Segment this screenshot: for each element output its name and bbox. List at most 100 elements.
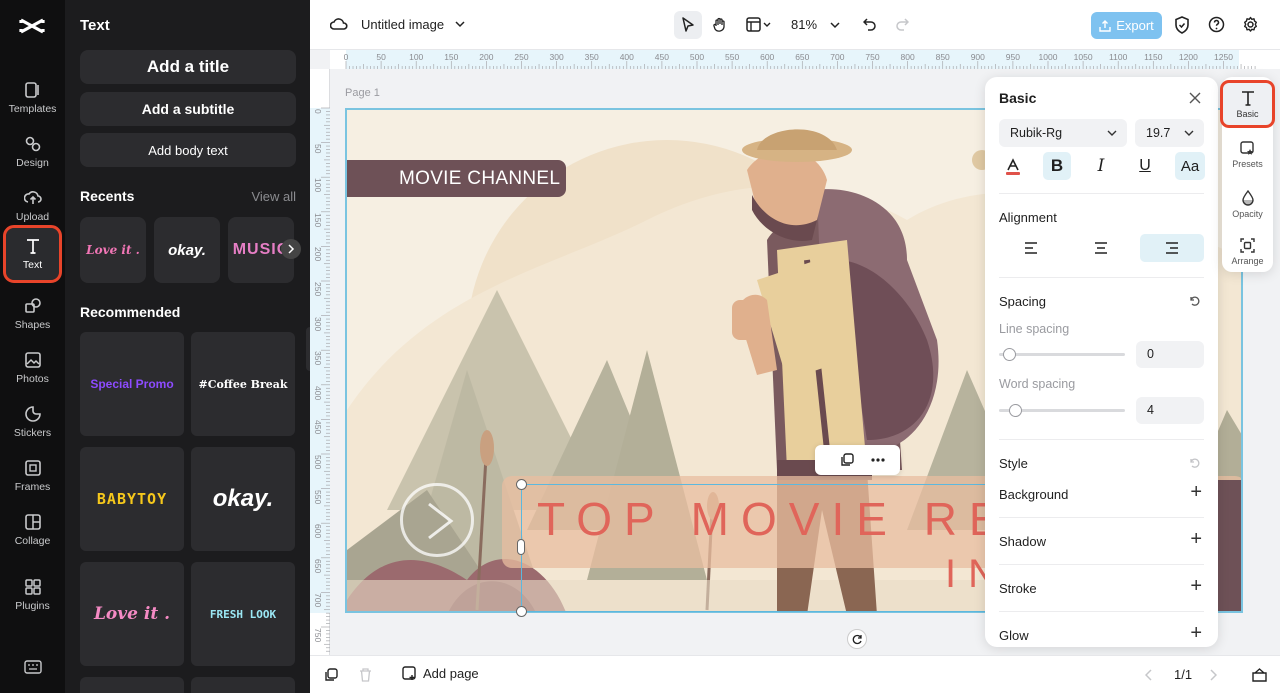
font-family-select[interactable]: Rubik-Rg bbox=[999, 119, 1127, 147]
tab-label: Presets bbox=[1232, 159, 1263, 169]
settings-icon[interactable] bbox=[1242, 16, 1259, 33]
rail-item-frames[interactable]: Frames bbox=[6, 450, 59, 502]
duplicate-icon[interactable] bbox=[840, 453, 854, 467]
hand-tool-button[interactable] bbox=[706, 11, 734, 39]
recommended-item[interactable]: FRESH LOOK bbox=[191, 562, 295, 666]
add-page-button[interactable]: Add page bbox=[402, 666, 479, 681]
tab-opacity[interactable]: Opacity bbox=[1222, 181, 1273, 227]
next-page-icon[interactable] bbox=[1209, 669, 1217, 681]
view-all-link[interactable]: View all bbox=[251, 189, 296, 204]
background-label[interactable]: Background bbox=[999, 487, 1068, 502]
previous-page-icon[interactable] bbox=[1145, 669, 1153, 681]
add-page-label: Add page bbox=[423, 666, 479, 681]
chevron-down-icon[interactable] bbox=[455, 20, 465, 28]
text-selection-box[interactable] bbox=[521, 484, 991, 612]
reset-spacing-icon[interactable] bbox=[1189, 295, 1201, 307]
chevron-down-icon bbox=[1184, 130, 1194, 136]
rail-item-shapes[interactable]: Shapes bbox=[6, 288, 59, 340]
word-spacing-input[interactable]: 4 bbox=[1136, 397, 1204, 424]
add-subtitle-button[interactable]: Add a subtitle bbox=[80, 92, 296, 126]
ruler-label: 650 bbox=[795, 52, 810, 62]
glow-label[interactable]: Glow bbox=[999, 628, 1029, 643]
add-title-button[interactable]: Add a title bbox=[80, 50, 296, 84]
italic-button[interactable]: I bbox=[1087, 152, 1115, 180]
rail-label: Plugins bbox=[15, 600, 50, 612]
zoom-chevron-down-icon[interactable] bbox=[830, 21, 840, 29]
capcut-logo-icon[interactable] bbox=[18, 14, 46, 38]
align-center-button[interactable] bbox=[1085, 234, 1117, 262]
divider bbox=[999, 277, 1204, 278]
case-button[interactable]: Aa bbox=[1175, 152, 1205, 180]
word-spacing-slider[interactable] bbox=[999, 404, 1125, 417]
resize-handle[interactable] bbox=[516, 479, 527, 490]
recommended-item[interactable]: #Coffee Break bbox=[191, 332, 295, 436]
rail-item-text[interactable]: Text bbox=[3, 225, 62, 283]
design-icon bbox=[25, 136, 40, 152]
add-shadow-icon[interactable]: + bbox=[1190, 528, 1202, 551]
recents-next-button[interactable] bbox=[281, 239, 301, 259]
recommended-item[interactable]: BABYTOY bbox=[80, 447, 184, 551]
text-color-button[interactable] bbox=[999, 153, 1027, 181]
rotate-handle[interactable] bbox=[847, 629, 867, 649]
recent-item[interactable]: okay. bbox=[154, 217, 220, 283]
play-circle-graphic[interactable] bbox=[400, 483, 474, 557]
slider-thumb[interactable] bbox=[1003, 348, 1017, 361]
duplicate-page-icon[interactable] bbox=[324, 668, 338, 682]
add-stroke-icon[interactable]: + bbox=[1190, 575, 1202, 598]
recommended-item[interactable] bbox=[191, 677, 295, 693]
recommended-item[interactable]: Love it . bbox=[80, 562, 184, 666]
layout-menu-button[interactable] bbox=[742, 11, 776, 39]
pages-panel-icon[interactable] bbox=[1252, 667, 1267, 682]
rail-item-upload[interactable]: Upload bbox=[6, 180, 59, 232]
reset-style-icon[interactable] bbox=[1189, 457, 1201, 469]
zoom-level[interactable]: 81% bbox=[791, 17, 817, 32]
tab-basic[interactable]: Basic bbox=[1220, 80, 1275, 128]
movie-channel-banner[interactable]: MOVIE CHANNEL bbox=[347, 160, 566, 197]
play-icon bbox=[428, 502, 454, 540]
document-title[interactable]: Untitled image bbox=[361, 17, 444, 32]
rail-item-collage[interactable]: Collage bbox=[6, 504, 59, 556]
undo-icon[interactable] bbox=[863, 17, 877, 31]
select-tool-button[interactable] bbox=[674, 11, 702, 39]
line-spacing-input[interactable]: 0 bbox=[1136, 341, 1204, 368]
align-right-button[interactable] bbox=[1140, 234, 1204, 262]
rail-item-photos[interactable]: Photos bbox=[6, 342, 59, 394]
help-icon[interactable] bbox=[1208, 16, 1225, 33]
align-left-button[interactable] bbox=[1015, 234, 1047, 262]
tab-presets[interactable]: Presets bbox=[1222, 132, 1273, 178]
recent-item[interactable]: Love it . bbox=[80, 217, 146, 283]
export-button[interactable]: Export bbox=[1091, 12, 1162, 39]
panel-title: Text bbox=[80, 17, 110, 34]
shadow-label[interactable]: Shadow bbox=[999, 534, 1046, 549]
add-body-text-button[interactable]: Add body text bbox=[80, 133, 296, 167]
resize-handle[interactable] bbox=[517, 539, 525, 555]
opacity-icon bbox=[1241, 189, 1254, 206]
bold-button[interactable]: B bbox=[1043, 152, 1071, 180]
line-spacing-slider[interactable] bbox=[999, 348, 1125, 361]
ruler-label: 800 bbox=[900, 52, 915, 62]
more-options-icon[interactable] bbox=[871, 458, 885, 462]
resize-handle[interactable] bbox=[516, 606, 527, 617]
recommended-item[interactable]: okay. bbox=[191, 447, 295, 551]
delete-page-icon[interactable] bbox=[359, 668, 372, 682]
stickers-icon bbox=[24, 406, 41, 422]
add-background-icon[interactable]: + bbox=[1190, 481, 1202, 504]
tab-arrange[interactable]: Arrange bbox=[1222, 229, 1273, 275]
slider-thumb[interactable] bbox=[1009, 404, 1023, 417]
cloud-icon[interactable] bbox=[330, 16, 348, 32]
rail-item-design[interactable]: Design bbox=[6, 126, 59, 178]
close-icon[interactable] bbox=[1189, 92, 1201, 104]
ruler-label: 400 bbox=[619, 52, 634, 62]
keyboard-icon[interactable] bbox=[24, 660, 42, 674]
font-size-select[interactable]: 19.7 bbox=[1135, 119, 1204, 147]
rail-item-plugins[interactable]: Plugins bbox=[6, 569, 59, 621]
rail-item-templates[interactable]: Templates bbox=[6, 72, 59, 124]
add-glow-icon[interactable]: + bbox=[1190, 622, 1202, 645]
recommended-item[interactable] bbox=[80, 677, 184, 693]
underline-button[interactable]: U bbox=[1131, 152, 1159, 180]
recommended-item[interactable]: Special Promo bbox=[80, 332, 184, 436]
rail-item-stickers[interactable]: Stickers bbox=[6, 396, 59, 448]
stroke-label[interactable]: Stroke bbox=[999, 581, 1037, 596]
shield-icon[interactable] bbox=[1174, 16, 1190, 34]
redo-icon[interactable] bbox=[895, 17, 909, 31]
